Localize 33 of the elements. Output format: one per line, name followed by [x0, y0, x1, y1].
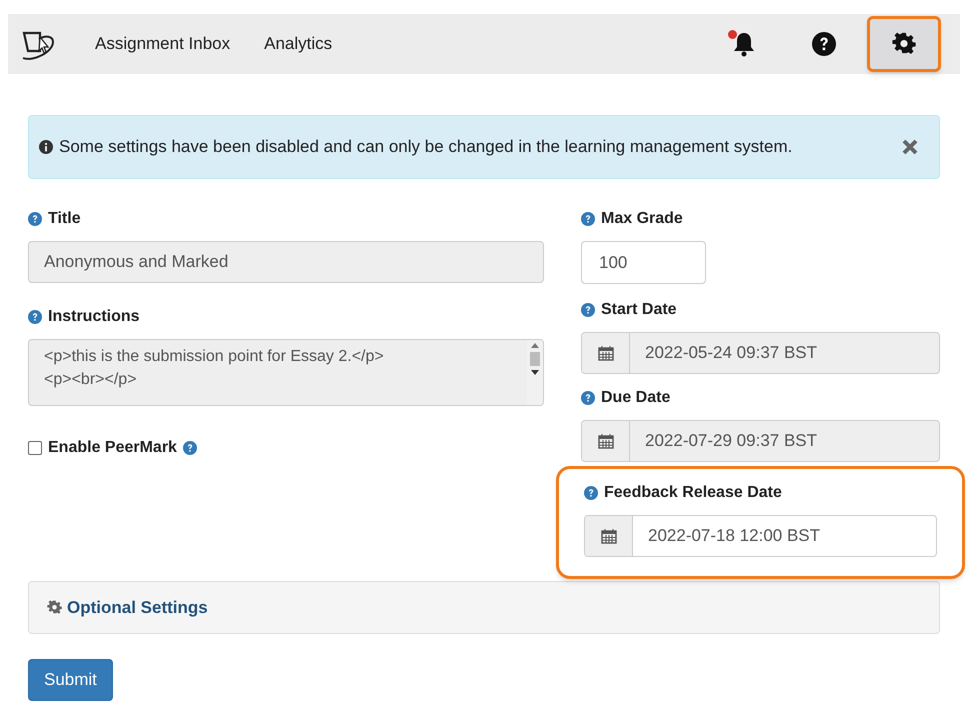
calendar-icon: [598, 433, 614, 449]
panel-title: Optional Settings: [67, 596, 208, 619]
help-icon[interactable]: [182, 441, 197, 455]
nav-link[interactable]: Analytics: [247, 23, 350, 65]
help-icon[interactable]: [584, 486, 598, 500]
gear-icon: [47, 600, 62, 615]
text-line: <p>this is the submission point for Essay 2.</p>: [44, 347, 385, 367]
settings-button[interactable]: [867, 16, 941, 72]
text-line: <p><br></p>: [44, 370, 138, 390]
info-icon: [39, 140, 53, 154]
field-label: Feedback Release Date: [604, 483, 782, 503]
field-label: Instructions: [48, 307, 140, 327]
field-label: Due Date: [601, 388, 670, 408]
field-label: Title: [48, 209, 81, 229]
max-grade-field[interactable]: 100: [581, 241, 706, 284]
settings-icon: [892, 32, 916, 56]
help-icon[interactable]: [28, 310, 42, 324]
help-icon[interactable]: [581, 212, 595, 226]
optional-settings-panel[interactable]: Optional Settings: [28, 581, 940, 634]
alert-message: Some settings have been disabled and can only be changed in the learning management system.: [59, 136, 794, 158]
bell-icon: [732, 31, 756, 57]
calendar-icon: [598, 345, 614, 361]
field-label: Max Grade: [601, 209, 683, 229]
checkbox[interactable]: [28, 441, 42, 455]
date-field[interactable]: 2022-07-18 12:00 BST: [584, 515, 937, 557]
checkbox-label: Enable PeerMark: [48, 438, 177, 458]
field-label: Start Date: [601, 300, 677, 320]
help-icon[interactable]: [28, 212, 42, 226]
submit-button[interactable]: Submit: [28, 659, 113, 701]
help-icon: [812, 32, 836, 56]
nav-link[interactable]: Assignment Inbox: [78, 23, 248, 65]
close-icon[interactable]: [901, 138, 919, 156]
calendar-icon: [600, 528, 616, 544]
